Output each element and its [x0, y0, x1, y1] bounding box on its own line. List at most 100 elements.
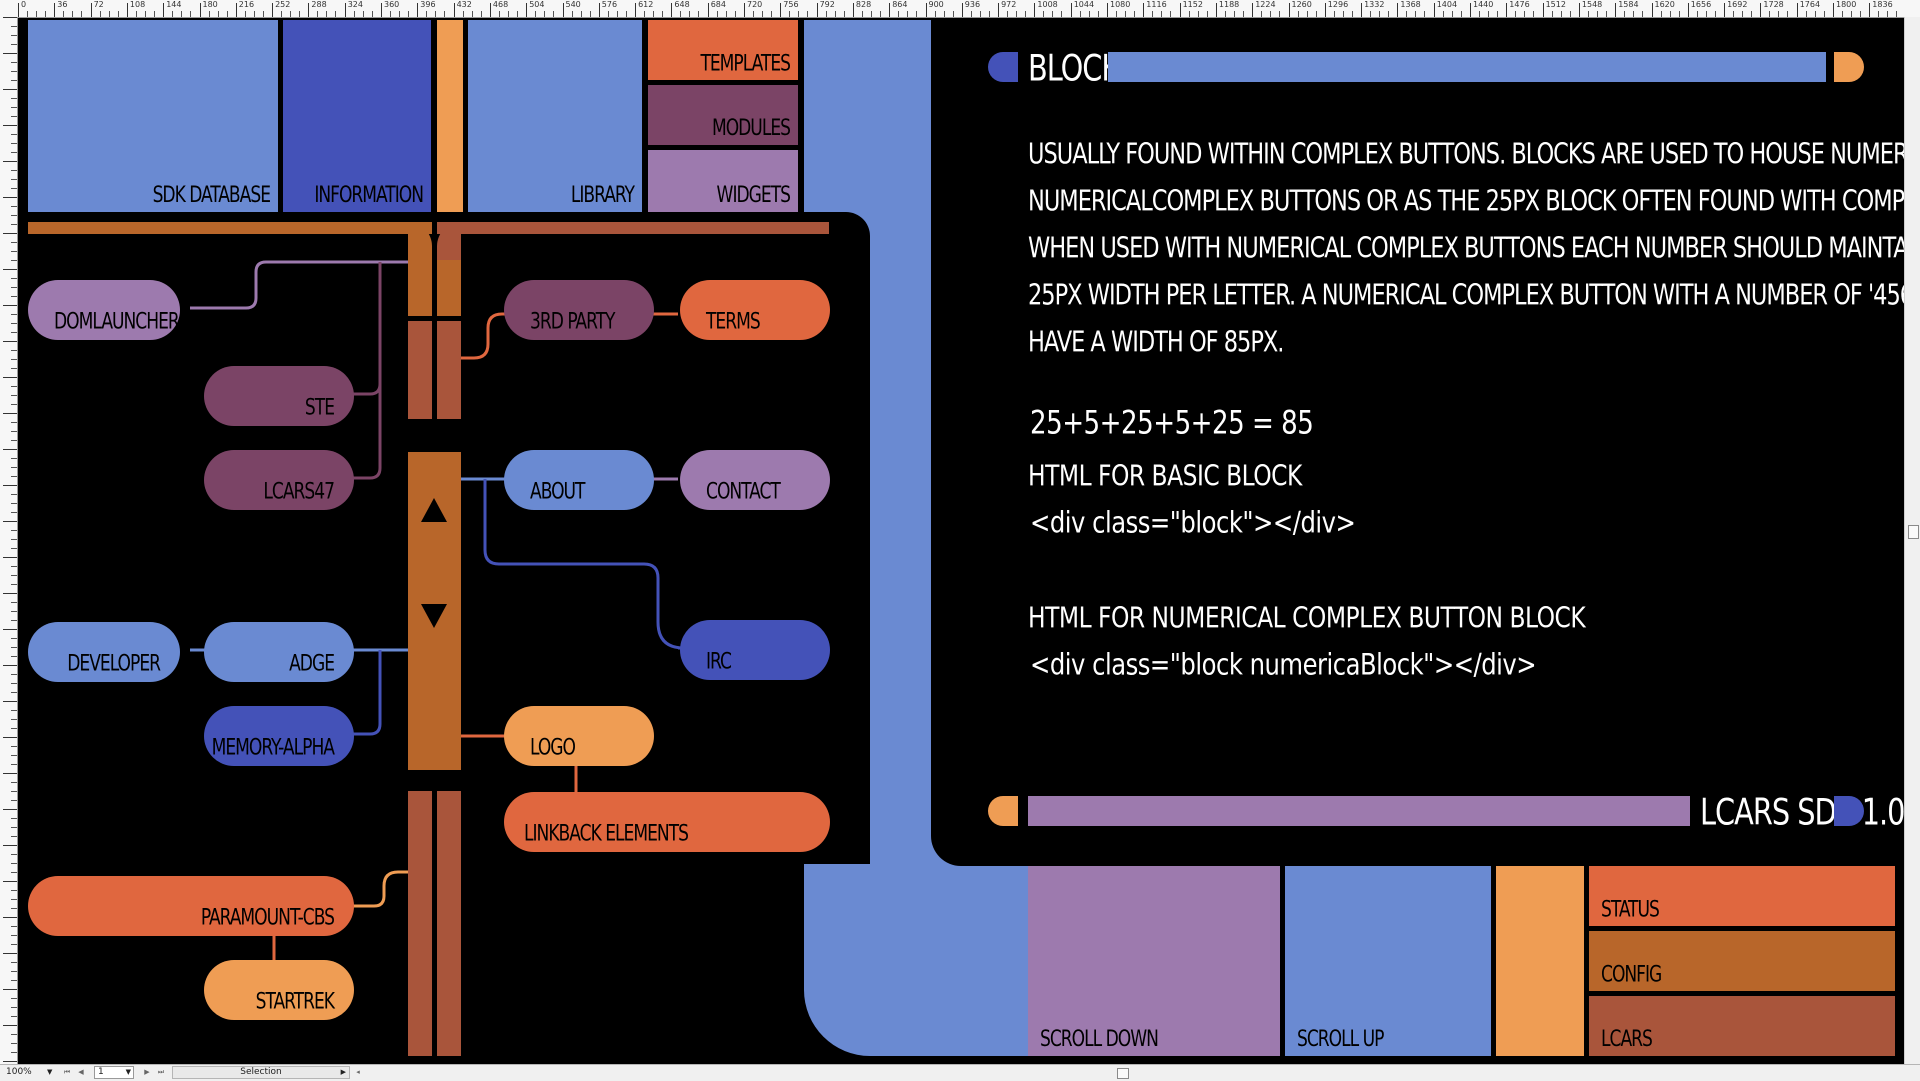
ruler-tick: [11, 98, 17, 99]
ruler-tick: [1097, 11, 1099, 17]
ruler-tick: [1615, 3, 1617, 17]
first-page-icon[interactable]: ⏮: [62, 1066, 72, 1079]
next-page-icon[interactable]: ▶: [142, 1066, 152, 1079]
ruler-tick: [807, 11, 809, 17]
previous-page-icon[interactable]: ◀: [76, 1066, 86, 1079]
ruler-tick: [3, 809, 17, 810]
ruler-tick: [3, 161, 17, 162]
ruler-tick: [11, 602, 17, 603]
ruler-tick: [208, 11, 210, 17]
developer-button[interactable]: DEVELOPER: [28, 622, 180, 682]
irc-button[interactable]: IRC: [680, 620, 830, 680]
ruler-number: 324: [347, 0, 363, 9]
domlauncher-button[interactable]: DOMLAUNCHER: [28, 280, 180, 340]
ruler-tick: [117, 11, 119, 17]
third-party-button[interactable]: 3RD PARTY: [504, 280, 654, 340]
ruler-tick: [1424, 11, 1426, 17]
vertical-scroll-thumb[interactable]: [1908, 525, 1919, 539]
memory-alpha-button[interactable]: MEMORY-ALPHA: [204, 706, 354, 766]
ruler-tick: [1079, 11, 1081, 17]
ruler-tick: [725, 11, 727, 17]
scroll-up-block[interactable]: SCROLL UP: [1285, 866, 1491, 1056]
tool-mode-select[interactable]: Selection ▶: [172, 1066, 350, 1079]
about-label: ABOUT: [530, 478, 585, 504]
ruler-tick: [11, 566, 17, 567]
contact-button[interactable]: CONTACT: [680, 450, 830, 510]
ruler-tick: [1388, 11, 1390, 17]
status-block[interactable]: STATUS: [1589, 866, 1895, 926]
vertical-scrollbar[interactable]: [1904, 17, 1920, 1065]
ruler-tick: [625, 11, 627, 17]
ruler-tick: [11, 350, 17, 351]
numerical-block-code: <div class="block numericaBlock"></div>: [1030, 648, 1537, 683]
ruler-number: 720: [747, 0, 763, 9]
scroll-down-block[interactable]: SCROLL DOWN: [1028, 866, 1280, 1056]
ruler-tick: [11, 494, 17, 495]
ruler-tick: [1379, 11, 1381, 17]
ruler-tick: [353, 11, 355, 17]
ruler-tick: [1733, 11, 1735, 17]
ruler-tick: [11, 656, 17, 657]
ruler-number: 1224: [1255, 0, 1276, 9]
ruler-tick: [480, 11, 482, 17]
ruler-tick: [471, 11, 473, 17]
accent-block-orange: [1496, 866, 1584, 1056]
ruler-tick: [3, 665, 17, 666]
ruler-tick: [1297, 11, 1299, 17]
paramount-cbs-button[interactable]: PARAMOUNT-CBS: [28, 876, 354, 936]
last-page-icon[interactable]: ⏭: [156, 1066, 166, 1079]
ruler-tick: [1687, 3, 1689, 17]
ruler-number: 216: [238, 0, 255, 9]
about-button[interactable]: ABOUT: [504, 450, 654, 510]
logo-button[interactable]: LOGO: [504, 706, 654, 766]
ruler-tick: [1242, 11, 1244, 17]
ruler-tick: [11, 323, 17, 324]
zoom-select[interactable]: 100% ▼: [2, 1066, 56, 1079]
lcars47-label: LCARS47: [263, 478, 335, 504]
ruler-tick: [11, 890, 17, 891]
linkback-elements-button[interactable]: LINKBACK ELEMENTS: [504, 792, 830, 852]
ruler-tick: [889, 3, 891, 17]
ruler-tick: [825, 11, 827, 17]
page-number-field[interactable]: 1 ▼: [94, 1066, 134, 1079]
lcars-block[interactable]: LCARS: [1589, 996, 1895, 1056]
ruler-number: 1080: [1110, 0, 1131, 9]
frame-top-mask: [932, 18, 1904, 34]
ruler-number: 36: [57, 0, 68, 9]
ruler-tick: [11, 467, 17, 468]
terms-button[interactable]: TERMS: [680, 280, 830, 340]
horizontal-scroll-thumb[interactable]: [1117, 1068, 1129, 1079]
contact-label: CONTACT: [706, 478, 781, 504]
ste-button[interactable]: STE: [204, 366, 354, 426]
paragraph-line: NUMERICALCOMPLEX BUTTONS OR AS THE 25PX …: [1028, 183, 1904, 218]
ruler-tick: [1342, 11, 1344, 17]
ruler-tick: [1451, 11, 1453, 17]
ruler-tick: [943, 11, 945, 17]
footer-bar: [1028, 796, 1690, 826]
ruler-tick: [11, 188, 17, 189]
ruler-tick: [3, 449, 17, 450]
ruler-tick: [11, 476, 17, 477]
ruler-tick: [1642, 11, 1644, 17]
ruler-number: 756: [783, 0, 799, 9]
ruler-tick: [11, 359, 17, 360]
ruler-tick: [1587, 11, 1589, 17]
ruler-tick: [535, 11, 537, 17]
adge-button[interactable]: ADGE: [204, 622, 354, 682]
ruler-number: 1296: [1327, 0, 1349, 9]
ruler-tick: [462, 11, 464, 17]
ruler-tick: [444, 11, 446, 17]
ruler-tick: [3, 197, 17, 198]
header-cap-right: [1834, 52, 1864, 82]
ruler-tick: [36, 11, 37, 17]
ruler-tick: [11, 1016, 17, 1017]
ruler-tick: [1896, 11, 1898, 17]
config-block[interactable]: CONFIG: [1589, 931, 1895, 991]
startrek-button[interactable]: STARTREK: [204, 960, 354, 1020]
ruler-tick: [3, 125, 17, 126]
ruler-tick: [11, 44, 17, 45]
lcars47-button[interactable]: LCARS47: [204, 450, 354, 510]
scroll-left-icon[interactable]: ◂: [353, 1066, 363, 1079]
ruler-tick: [780, 3, 782, 17]
ruler-tick: [1760, 3, 1762, 17]
